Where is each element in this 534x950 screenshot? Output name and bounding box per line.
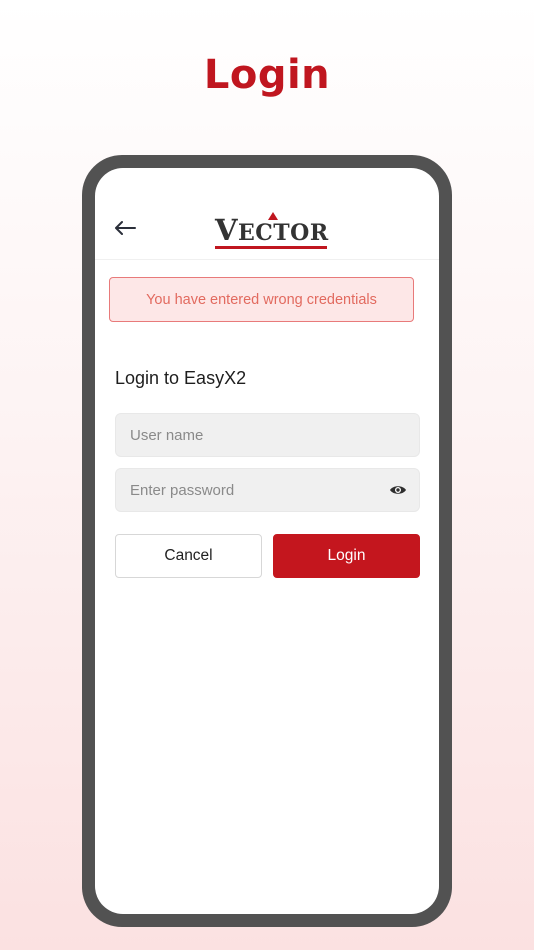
- arrow-left-icon: [115, 221, 136, 235]
- login-heading: Login to EasyX2: [115, 368, 247, 388]
- phone-screen: VECTOR You have entered wrong credential…: [95, 168, 439, 914]
- logo-first-letter: V: [215, 213, 239, 247]
- login-button[interactable]: Login: [273, 534, 420, 578]
- app-header: VECTOR: [95, 168, 439, 260]
- password-field-container: [115, 468, 420, 512]
- logo-underline: [215, 246, 327, 249]
- cancel-button[interactable]: Cancel: [115, 534, 262, 578]
- error-alert-message: You have entered wrong credentials: [146, 291, 377, 308]
- back-button[interactable]: [111, 216, 139, 240]
- login-button-label: Login: [327, 547, 366, 564]
- error-alert: You have entered wrong credentials: [109, 277, 414, 322]
- eye-icon: [390, 486, 406, 494]
- username-input[interactable]: [130, 414, 380, 456]
- page-title: Login: [203, 52, 331, 98]
- show-password-button[interactable]: [389, 482, 407, 498]
- phone-frame: VECTOR You have entered wrong credential…: [82, 155, 452, 927]
- logo-rest: ECTOR: [238, 220, 329, 246]
- cancel-button-label: Cancel: [164, 547, 213, 564]
- password-input[interactable]: [130, 469, 380, 511]
- username-field-container: [115, 413, 420, 457]
- vector-logo: VECTOR: [213, 212, 331, 252]
- logo-text: VECTOR: [215, 216, 329, 245]
